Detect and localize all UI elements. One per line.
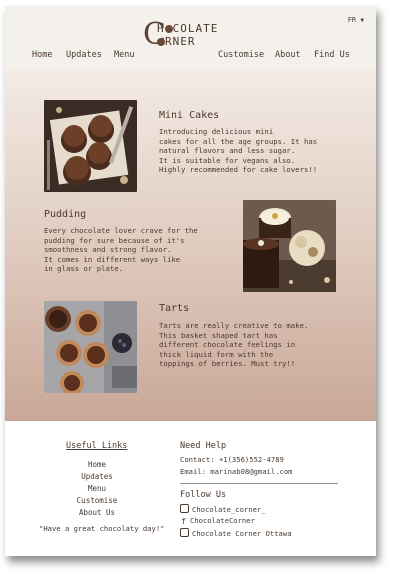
footer-link-updates[interactable]: Updates	[57, 471, 137, 483]
tarts-photo	[44, 301, 137, 393]
site-footer: Useful Links Home Updates Menu Customise…	[5, 421, 376, 556]
facebook-icon: f	[181, 517, 186, 526]
mini-cakes-title: Mini Cakes	[159, 110, 220, 121]
language-switcher[interactable]: FR ▼	[348, 16, 364, 24]
social-youtube[interactable]: Chocolate Corner Ottawa	[180, 528, 292, 538]
youtube-icon	[180, 528, 189, 537]
follow-us-title: Follow Us	[180, 490, 227, 500]
logo-line-1: H COLATE	[157, 22, 219, 35]
main-content: Mini Cakes Introducing delicious mini ca…	[5, 69, 376, 421]
footer-link-home[interactable]: Home	[57, 459, 137, 471]
contact-phone: Contact: +1(356)552-4789	[180, 455, 284, 464]
nav-customise[interactable]: Customise	[218, 50, 264, 60]
mini-cakes-photo	[44, 100, 137, 192]
nav-find-us[interactable]: Find Us	[314, 50, 350, 60]
social-instagram[interactable]: Chocolate_corner_	[180, 504, 266, 514]
nav-menu[interactable]: Menu	[114, 50, 134, 60]
pudding-text: Every chocolate lover crave for the pudd…	[44, 226, 198, 274]
youtube-channel: Chocolate Corner Ottawa	[192, 529, 292, 538]
logo-line-2: RNER	[157, 35, 196, 48]
logo-dot-icon	[157, 38, 165, 46]
footer-tagline: "Have a great chocolaty day!"	[39, 524, 165, 533]
useful-links-title: Useful Links	[66, 441, 128, 451]
instagram-handle: Chocolate_corner_	[192, 505, 266, 514]
nav-about[interactable]: About	[275, 50, 301, 60]
pudding-photo	[243, 200, 336, 292]
page: C H COLATE RNER FR ▼ Home Updates Menu Cu…	[5, 6, 376, 556]
language-label: FR	[347, 16, 357, 24]
contact-email[interactable]: Email: marinab08@gmail.com	[180, 467, 293, 476]
footer-link-customise[interactable]: Customise	[57, 495, 137, 507]
chevron-down-icon: ▼	[360, 17, 364, 24]
mini-cakes-text: Introducing delicious mini cakes for all…	[159, 127, 318, 175]
pudding-title: Pudding	[44, 209, 87, 220]
tarts-title: Tarts	[159, 303, 190, 314]
instagram-icon	[180, 504, 189, 513]
nav-home[interactable]: Home	[32, 50, 52, 60]
brand-logo[interactable]: C H COLATE RNER	[143, 19, 233, 51]
need-help-title: Need Help	[180, 441, 227, 451]
footer-links: Home Updates Menu Customise About Us	[57, 459, 137, 519]
social-facebook[interactable]: f ChocolateCorner	[180, 516, 255, 526]
facebook-handle: ChocolateCorner	[190, 516, 255, 525]
footer-link-about-us[interactable]: About Us	[57, 507, 137, 519]
tarts-text: Tarts are really creative to make. This …	[159, 321, 309, 369]
nav-updates[interactable]: Updates	[66, 50, 102, 60]
site-header: C H COLATE RNER FR ▼ Home Updates Menu Cu…	[5, 6, 376, 69]
footer-divider	[180, 483, 338, 484]
footer-link-menu[interactable]: Menu	[57, 483, 137, 495]
logo-dot-icon	[164, 25, 173, 33]
